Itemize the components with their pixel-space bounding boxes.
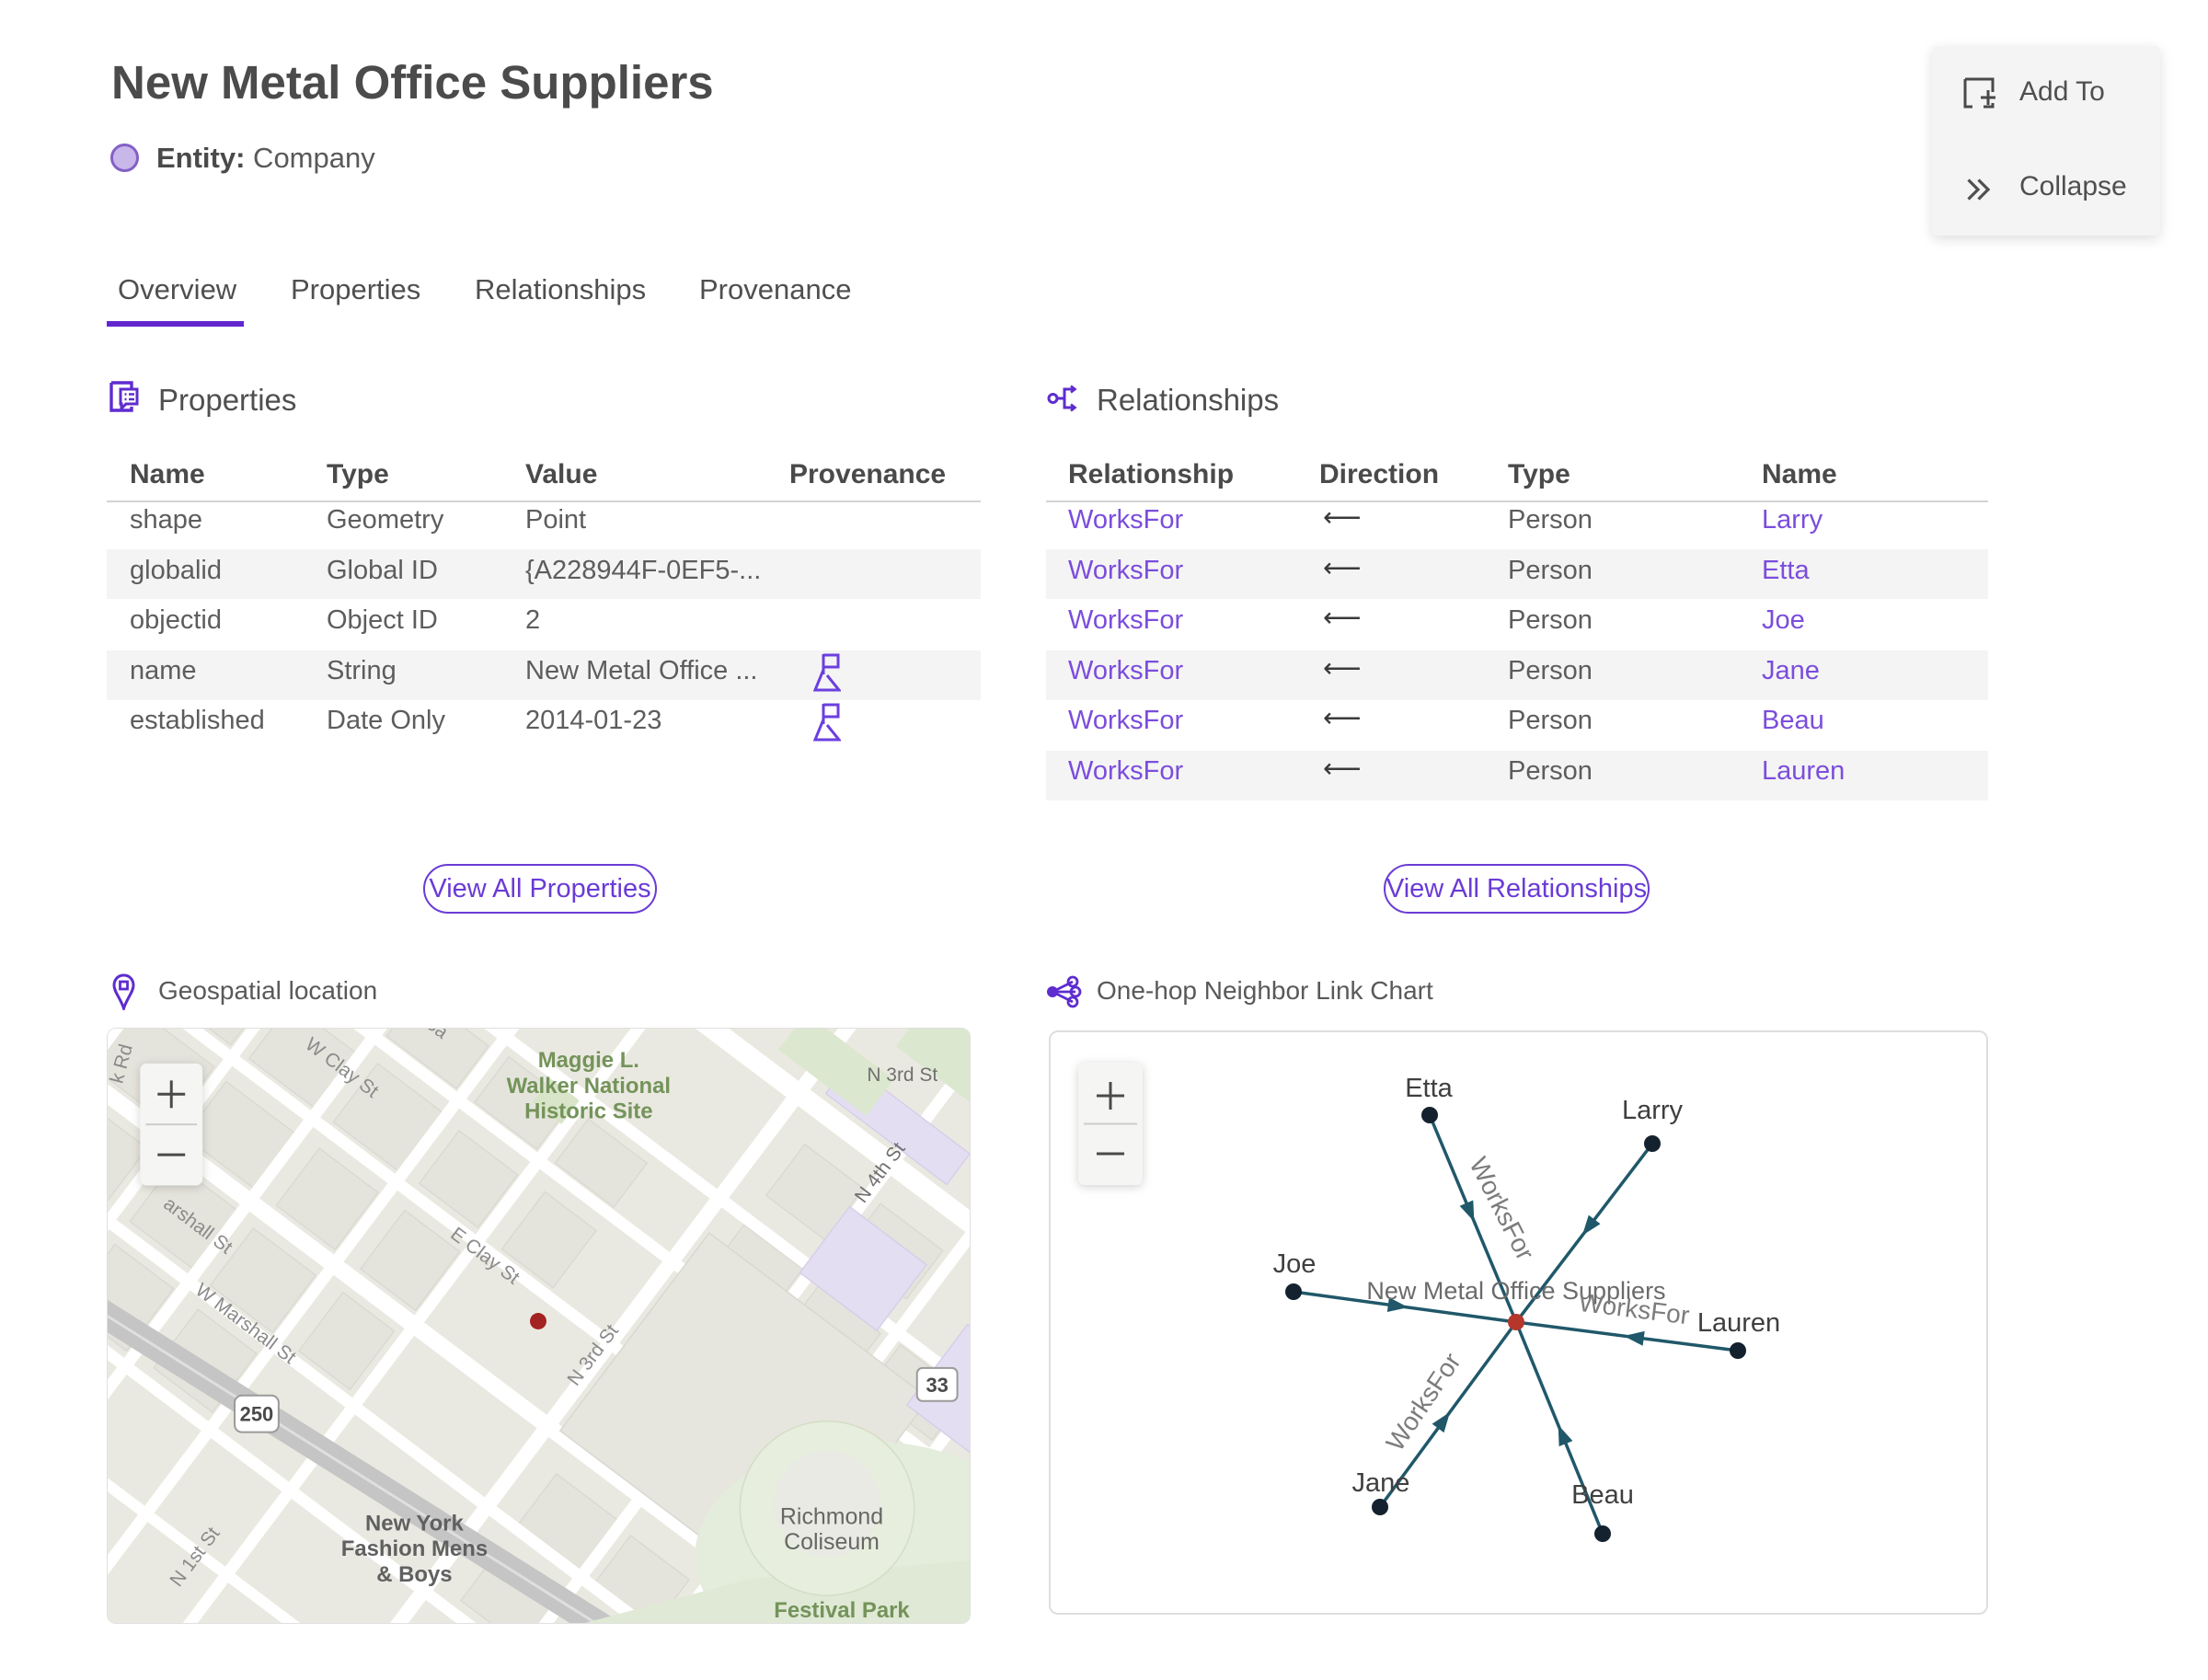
svg-text:WorksFor: WorksFor [1464,1153,1539,1265]
svg-text:Richmond: Richmond [780,1503,883,1529]
svg-text:33: 33 [926,1374,948,1397]
svg-text:Walker National: Walker National [507,1074,671,1099]
svg-text:Larry: Larry [1622,1096,1684,1125]
svg-text:Maggie L.: Maggie L. [538,1048,639,1073]
svg-text:Lauren: Lauren [1697,1308,1780,1338]
svg-text:Festival Park: Festival Park [774,1598,910,1623]
svg-text:N 3rd St: N 3rd St [867,1064,937,1086]
svg-text:Fashion Mens: Fashion Mens [341,1536,488,1561]
svg-text:WorksFor: WorksFor [1577,1288,1691,1329]
svg-text:Etta: Etta [1405,1074,1453,1103]
svg-text:Jane: Jane [1352,1468,1410,1498]
svg-text:Beau: Beau [1571,1480,1634,1510]
svg-text:Coliseum: Coliseum [784,1529,880,1555]
svg-text:250: 250 [240,1403,274,1426]
svg-text:& Boys: & Boys [376,1562,452,1587]
svg-text:WorksFor: WorksFor [1380,1348,1466,1456]
svg-text:New York: New York [365,1511,464,1536]
svg-text:Historic Site: Historic Site [524,1099,653,1124]
svg-text:Joe: Joe [1273,1249,1317,1279]
